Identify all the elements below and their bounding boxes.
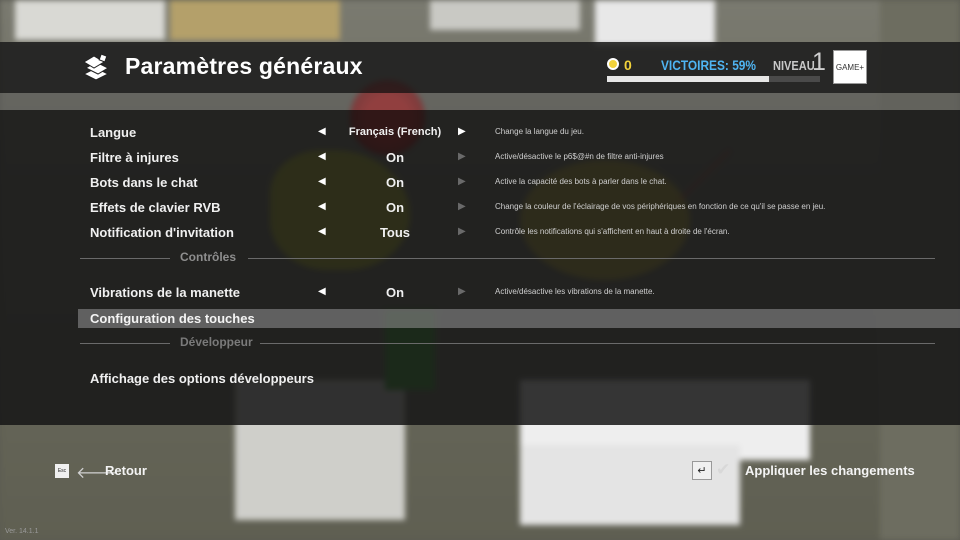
esc-key-icon: Esc	[55, 464, 69, 478]
section-header-developer: Développeur	[80, 335, 935, 351]
setting-row-invite-notification[interactable]: Notification d'invitation ◀ Tous ▶ Contr…	[0, 223, 960, 243]
key-config-button[interactable]: Configuration des touches	[78, 309, 960, 328]
setting-value: Français (French)	[348, 126, 442, 138]
section-title: Développeur	[180, 335, 253, 349]
setting-description: Active/désactive le p6$@#n de filtre ant…	[495, 152, 664, 161]
header-underbar	[0, 93, 960, 110]
key-config-label: Configuration des touches	[90, 311, 255, 326]
arrow-right-icon[interactable]: ▶	[458, 126, 466, 137]
arrow-left-icon[interactable]: ◀	[318, 151, 326, 162]
arrow-left-icon[interactable]: ◀	[318, 286, 326, 297]
xp-progress-bar	[607, 76, 820, 82]
game-logo: GAME+	[833, 50, 867, 84]
arrow-left-icon[interactable]: ◀	[318, 226, 326, 237]
setting-label: Bots dans le chat	[90, 175, 198, 190]
arrow-left-icon[interactable]: ◀	[318, 201, 326, 212]
setting-row-profanity-filter[interactable]: Filtre à injures ◀ On ▶ Active/désactive…	[0, 148, 960, 168]
setting-description: Change la langue du jeu.	[495, 127, 584, 136]
setting-description: Contrôle les notifications qui s'affiche…	[495, 227, 730, 236]
section-header-controls: Contrôles	[80, 250, 935, 266]
setting-value: On	[385, 200, 405, 215]
setting-value: On	[385, 175, 405, 190]
version-label: Ver. 14.1.1	[5, 528, 39, 535]
divider	[260, 343, 935, 344]
arrow-left-icon[interactable]: ◀	[318, 126, 326, 137]
back-button[interactable]: Retour	[105, 463, 147, 478]
setting-row-controller-vibration[interactable]: Vibrations de la manette ◀ On ▶ Active/d…	[0, 283, 960, 303]
developer-options-button[interactable]: Affichage des options développeurs	[90, 371, 314, 386]
arrow-right-icon[interactable]: ▶	[458, 151, 466, 162]
arrow-right-icon[interactable]: ▶	[458, 176, 466, 187]
setting-label: Notification d'invitation	[90, 225, 234, 240]
setting-description: Active la capacité des bots à parler dan…	[495, 177, 667, 186]
divider	[80, 343, 170, 344]
section-title: Contrôles	[180, 250, 237, 264]
setting-description: Change la couleur de l'éclairage de vos …	[495, 202, 826, 211]
enter-key-icon: ↵	[692, 461, 712, 480]
coin-count: 0	[624, 57, 632, 73]
settings-stack-icon	[82, 53, 110, 81]
setting-row-rgb-keyboard[interactable]: Effets de clavier RVB ◀ On ▶ Change la c…	[0, 198, 960, 218]
divider	[248, 258, 935, 259]
arrow-right-icon[interactable]: ▶	[458, 226, 466, 237]
page-title: Paramètres généraux	[125, 53, 363, 79]
level-number: 1	[812, 48, 826, 76]
victories-stat: VICTOIRES: 59%	[661, 57, 757, 73]
setting-value: Tous	[379, 225, 411, 240]
setting-value: On	[385, 285, 405, 300]
check-icon: ✔	[716, 460, 731, 479]
arrow-right-icon[interactable]: ▶	[458, 286, 466, 297]
setting-label: Filtre à injures	[90, 150, 179, 165]
coin-icon	[607, 58, 619, 70]
setting-row-chat-bots[interactable]: Bots dans le chat ◀ On ▶ Active la capac…	[0, 173, 960, 193]
setting-value: On	[385, 150, 405, 165]
setting-label: Vibrations de la manette	[90, 285, 241, 300]
level-label: NIVEAU	[773, 58, 815, 73]
setting-label: Effets de clavier RVB	[90, 200, 221, 215]
xp-progress-fill	[607, 76, 769, 82]
apply-changes-button[interactable]: Appliquer les changements	[745, 463, 915, 478]
setting-label: Langue	[90, 125, 137, 140]
setting-row-language[interactable]: Langue ◀ Français (French) ▶ Change la l…	[0, 123, 960, 143]
divider	[80, 258, 170, 259]
arrow-left-icon[interactable]: ◀	[318, 176, 326, 187]
setting-description: Active/désactive les vibrations de la ma…	[495, 287, 655, 296]
arrow-right-icon[interactable]: ▶	[458, 201, 466, 212]
